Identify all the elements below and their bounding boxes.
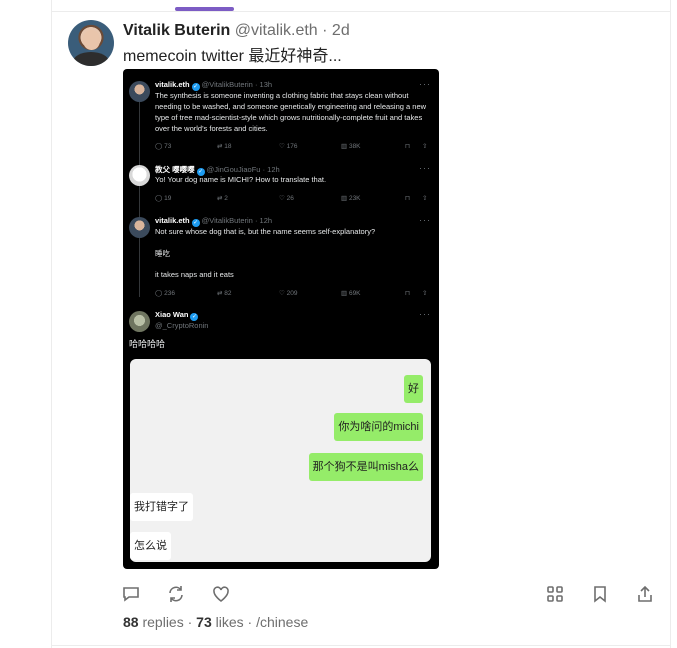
post-header: Vitalik Buterin @vitalik.eth · 2d: [123, 22, 350, 40]
post-stats: 88 replies · 73 likes · /chinese: [123, 614, 308, 630]
bookmark-icon[interactable]: [590, 584, 610, 604]
repost-count: 18: [224, 143, 232, 150]
view-count: 38K: [348, 143, 361, 150]
more-icon: ···: [419, 215, 431, 225]
tab-indicator: [175, 7, 234, 11]
chat-bubble: 我打错字了: [130, 493, 193, 521]
tweet-text-line: it takes naps and it eats: [155, 270, 234, 279]
tweet-avatar: [129, 217, 150, 238]
tweet-text-line: 睡吃: [155, 249, 170, 258]
tweet-text: The synthesis is someone inventing a clo…: [155, 91, 427, 133]
tweet-handle: @JinGouJiaoFu: [206, 165, 261, 174]
share-icon: ⇧: [422, 143, 428, 150]
recast-icon[interactable]: [166, 584, 186, 604]
share-icon[interactable]: [635, 584, 655, 604]
tweet-avatar: [129, 311, 150, 332]
tweet-author: Xiao Wan: [155, 310, 189, 319]
channel-link[interactable]: /chinese: [256, 614, 308, 630]
tweet-avatar: [129, 81, 150, 102]
author-handle[interactable]: @vitalik.eth: [235, 22, 318, 39]
bookmark-icon: ⊓: [405, 143, 411, 150]
replies-link[interactable]: 88 replies: [123, 614, 184, 630]
likes-link[interactable]: 73 likes: [196, 614, 243, 630]
tweet-author: vitalik.eth: [155, 216, 190, 225]
author-avatar[interactable]: [68, 20, 114, 66]
separator: ·: [322, 22, 328, 39]
grid-icon[interactable]: [545, 584, 565, 604]
post-text: memecoin twitter 最近好神奇...: [123, 48, 342, 65]
tweet-author: vitalik.eth: [155, 80, 190, 89]
tweet-time: · 12h: [254, 216, 273, 225]
author-name[interactable]: Vitalik Buterin: [123, 22, 230, 39]
embedded-screenshot[interactable]: vitalik.eth ✓ @VitalikButerin · 13h ··· Th…: [123, 69, 439, 569]
tweet-avatar: [129, 165, 150, 186]
like-icon[interactable]: [211, 584, 231, 604]
separator: ·: [187, 614, 193, 630]
chat-bubble: 你为啥问的michi: [334, 413, 423, 441]
reply-count: 73: [164, 143, 172, 150]
likes-count: 73: [196, 614, 212, 630]
tweet-time: · 12h: [262, 165, 280, 174]
post-time[interactable]: 2d: [332, 22, 350, 39]
divider: [51, 11, 671, 12]
tweet-handle: @VitalikButerin: [201, 80, 253, 89]
separator: ·: [247, 614, 253, 630]
tweet-actions: ◯ 73 ⇄ 18 ♡ 176 ▥ 38K ⊓ ⇧: [155, 143, 428, 150]
more-icon: ···: [419, 79, 431, 89]
tweet-author: 教父 嘤嘤嘤: [155, 165, 195, 174]
tweet-text: Yo! Your dog name is MICHI? How to trans…: [155, 175, 327, 184]
tweet-actions: ◯ 236 ⇄ 82 ♡ 209 ▥ 69K ⊓ ⇧: [155, 290, 428, 297]
chat-screenshot: 好 你为啥问的michi 那个狗不是叫misha么 我打错字了 怎么说: [130, 359, 431, 562]
tweet-text: 哈哈哈哈: [129, 339, 166, 349]
chat-bubble: 那个狗不是叫misha么: [308, 453, 423, 481]
like-count: 176: [286, 143, 298, 150]
more-icon: ···: [419, 309, 431, 319]
chat-bubble: 怎么说: [130, 532, 171, 560]
tweet-actions: ◯ 19 ⇄ 2 ♡ 26 ▥ 23K ⊓ ⇧: [155, 195, 428, 202]
reply-icon[interactable]: [121, 584, 141, 604]
divider: [51, 645, 671, 646]
replies-count: 88: [123, 614, 139, 630]
tweet-handle: @VitalikButerin: [201, 216, 253, 225]
tweet-handle: @_CryptoRonin: [155, 321, 209, 330]
verified-icon: ✓: [190, 313, 199, 321]
chat-bubble: 好: [404, 375, 423, 403]
tweet-text: Not sure whose dog that is, but the name…: [155, 227, 376, 236]
tweet-time: · 13h: [254, 80, 273, 89]
more-icon: ···: [419, 163, 431, 173]
